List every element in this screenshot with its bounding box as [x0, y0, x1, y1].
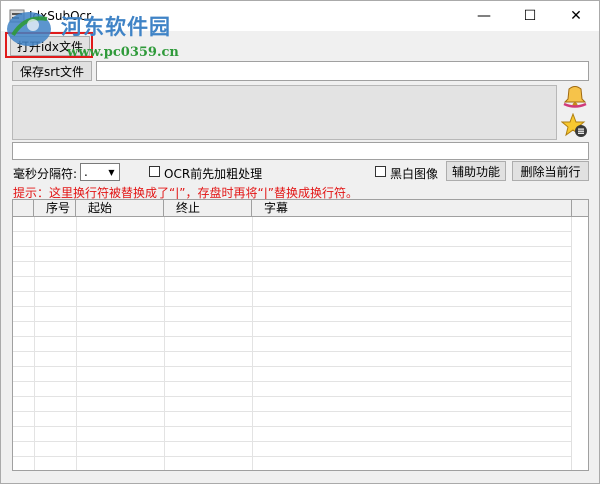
grid-empty-row [13, 247, 588, 262]
app-window: IdxSubOcr — ☐ ✕ 打开idx文件 保存srt文件 毫秒分隔符: .… [0, 0, 600, 484]
grid-empty-row [13, 382, 588, 397]
grid-empty-row [13, 232, 588, 247]
delete-row-button[interactable]: 删除当前行 [512, 161, 589, 181]
ocr-bold-checkbox[interactable] [149, 166, 160, 177]
grid-empty-row [13, 442, 588, 457]
ocr-bold-label: OCR前先加粗处理 [164, 167, 263, 181]
close-button[interactable]: ✕ [553, 1, 599, 31]
maximize-button[interactable]: ☐ [507, 1, 553, 31]
grid-empty-row [13, 397, 588, 412]
save-srt-button[interactable]: 保存srt文件 [12, 61, 92, 81]
watermark-site-name: 河东软件园 [61, 14, 171, 39]
bell-icon[interactable] [561, 85, 589, 111]
aux-function-button[interactable]: 辅助功能 [446, 161, 506, 181]
column-header-end[interactable]: 终止 [164, 200, 252, 217]
bw-image-label: 黑白图像 [390, 167, 439, 181]
grid-empty-row [13, 412, 588, 427]
subtitle-image-panel [12, 85, 557, 140]
ms-separator-value: . [84, 165, 88, 179]
grid-header-indicator [13, 200, 34, 217]
grid-empty-row [13, 277, 588, 292]
ms-separator-label: 毫秒分隔符: [13, 167, 78, 181]
watermark-url: www.pc0359.cn [67, 45, 179, 60]
subtitle-text-field[interactable] [12, 142, 589, 160]
column-header-index[interactable]: 序号 [34, 200, 76, 217]
watermark-logo [7, 12, 51, 46]
minimize-button[interactable]: — [461, 1, 507, 31]
grid-empty-row [13, 367, 588, 382]
ms-separator-select[interactable]: . ▼ [80, 163, 120, 181]
bw-image-checkbox[interactable] [375, 166, 386, 177]
grid-empty-row [13, 217, 588, 232]
chevron-down-icon: ▼ [108, 167, 115, 177]
grid-empty-row [13, 352, 588, 367]
grid-empty-row [13, 337, 588, 352]
save-path-field[interactable] [96, 61, 589, 81]
grid-empty-row [13, 322, 588, 337]
grid-header: 序号 起始 终止 字幕 [13, 200, 588, 217]
subtitle-grid[interactable]: 序号 起始 终止 字幕 [12, 199, 589, 471]
column-header-subtitle[interactable]: 字幕 [252, 200, 572, 217]
grid-empty-row [13, 427, 588, 442]
column-header-start[interactable]: 起始 [76, 200, 164, 217]
grid-empty-row [13, 457, 588, 470]
grid-vertical-scrollbar[interactable] [571, 217, 588, 470]
grid-empty-row [13, 262, 588, 277]
star-menu-icon[interactable] [561, 113, 589, 139]
grid-empty-row [13, 292, 588, 307]
grid-empty-row [13, 307, 588, 322]
